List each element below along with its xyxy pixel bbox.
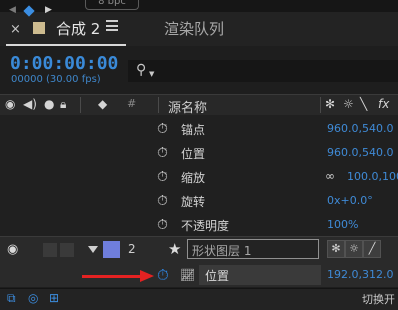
stopwatch-icon[interactable]: ⏱︎ [157,193,168,209]
property-value[interactable]: 100% [327,218,358,231]
next-keyframe-icon[interactable]: ▶ [45,5,52,15]
annotation-arrow-line [82,275,142,278]
frame-count: 00000 (30.00 fps) [11,74,101,85]
audio-icon[interactable]: ◀) [23,97,37,111]
column-divider [158,97,159,113]
close-tab-icon[interactable]: × [10,22,21,37]
expand-triangle-icon[interactable] [88,246,98,253]
top-strip: 8 bpc [0,0,398,12]
shape-layer-star-icon: ★ [168,240,182,258]
constrain-proportions-link-icon[interactable]: ∞ [325,169,335,183]
shy-switch-icon[interactable]: ✻ [327,240,345,258]
position-property-value[interactable]: 192.0,312.0 [327,268,393,281]
toggle-switches-modes-label[interactable]: 切换开 [362,291,395,307]
solo-toggle[interactable] [60,243,74,257]
property-row-position: ⏱︎ 位置 960.0,540.0 [0,142,398,164]
column-divider [80,97,81,113]
collapse-switch-icon[interactable]: ☼ [345,240,363,258]
property-value[interactable]: 0x+0.0° [327,194,373,207]
solo-icon[interactable]: ● [44,97,54,111]
layer-switches-icon[interactable]: ⧉ [7,291,16,306]
tab-composition[interactable]: 合成 2 [56,18,100,39]
column-divider [320,97,321,113]
layer-number: 2 [128,242,136,256]
search-options-caret-icon[interactable]: ▼ [149,70,154,78]
column-header: ◉ ◀) ● 🔒︎ ◆ # 源名称 ✻ ☼ ╲ fx [0,94,398,116]
composition-swatch-icon [33,22,45,34]
eye-icon[interactable]: ◉ [7,242,18,257]
layer-number-header: # [127,97,137,110]
property-row-opacity: ⏱︎ 不透明度 100% [0,214,398,236]
bit-depth-button[interactable]: 8 bpc [85,0,139,10]
audio-toggle[interactable] [43,243,57,257]
label-tag-icon[interactable]: ◆ [98,97,107,111]
previous-keyframe-icon[interactable]: ◀ [9,5,16,15]
stopwatch-icon[interactable]: ⏱︎ [157,121,168,137]
quality-switch-icon[interactable]: ╱ [363,240,381,258]
transform-properties: ⏱︎ 锚点 960.0,540.0 ⏱︎ 位置 960.0,540.0 ⏱︎ 缩… [0,115,398,242]
lock-icon[interactable]: 🔒︎ [60,97,66,112]
property-name: 旋转 [181,195,206,209]
eye-icon[interactable]: ◉ [5,97,15,111]
panel-menu-icon[interactable] [106,20,118,31]
stopwatch-icon[interactable]: ⏱︎ [157,169,168,185]
property-value[interactable]: 100.0,100 [347,170,398,183]
annotation-arrow-head-icon [140,270,154,282]
property-row-rotation: ⏱︎ 旋转 0x+0.0° [0,190,398,212]
shy-icon[interactable]: ✻ [325,97,335,111]
layer-name[interactable]: 形状图层 1 [192,242,251,259]
collapse-icon[interactable]: ☼ [343,97,354,111]
fx-icon[interactable]: fx [378,97,389,111]
quality-icon[interactable]: ╲ [360,97,367,111]
stopwatch-icon[interactable]: ⏱︎ [157,217,168,233]
stopwatch-icon[interactable]: ⏱︎ [157,145,168,161]
position-property-name: 位置 [205,269,230,283]
layer-color-label[interactable] [103,241,120,258]
tab-render-queue[interactable]: 渲染队列 [164,18,224,39]
bottom-toolbar [0,288,398,310]
stopwatch-active-icon[interactable]: ⏱︎ [157,266,169,284]
property-name: 缩放 [181,171,206,185]
property-name: 不透明度 [181,219,230,233]
property-name: 锚点 [181,123,206,137]
in-out-panel-icon[interactable]: ⊞ [49,291,59,305]
property-value[interactable]: 960.0,540.0 [327,146,393,159]
active-tab-indicator [6,44,126,46]
source-name-header[interactable]: 源名称 [168,97,207,116]
property-name: 位置 [181,147,206,161]
search-input[interactable] [128,60,398,82]
property-value[interactable]: 960.0,540.0 [327,122,393,135]
property-row-anchor: ⏱︎ 锚点 960.0,540.0 [0,118,398,140]
transfer-controls-icon[interactable]: ◎ [28,291,38,305]
property-row-scale: ⏱︎ 缩放 ∞ 100.0,100 [0,166,398,188]
graph-editor-icon[interactable]: 📈︎ [180,268,195,282]
layer-row[interactable]: ◉ 2 ★ 形状图层 1 ✻ ☼ ╱ [0,236,398,264]
current-time-display[interactable]: 0:00:00:00 [10,53,118,74]
search-icon[interactable]: ⚲ [136,62,146,78]
